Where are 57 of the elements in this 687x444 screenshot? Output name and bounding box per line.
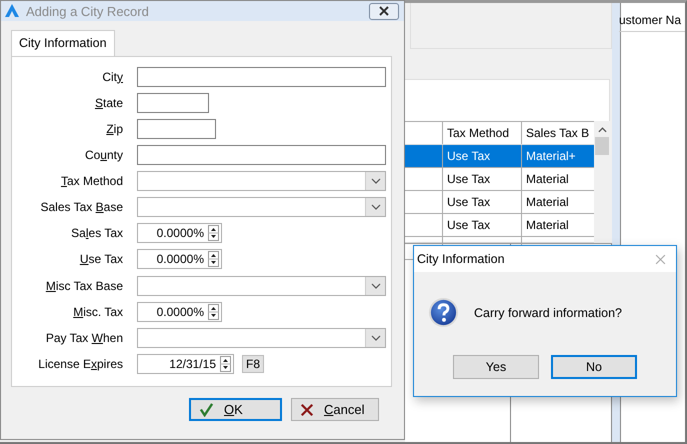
close-button[interactable] <box>369 2 399 20</box>
checkmark-icon <box>199 402 214 417</box>
input-field[interactable] <box>137 118 216 139</box>
dialog-button[interactable]: Yes <box>453 355 539 379</box>
dialog-button[interactable]: No <box>551 355 637 379</box>
spinner-field[interactable]: 0.0000% <box>137 249 222 270</box>
field-label: Tax Method <box>60 174 123 188</box>
chevron-down-icon[interactable] <box>370 334 380 341</box>
window-title: Adding a City Record <box>26 4 149 18</box>
grid-cell: Use Tax <box>443 191 522 213</box>
chevron-down-icon[interactable] <box>370 204 380 210</box>
spinner-field[interactable]: 12/31/15 <box>137 354 234 374</box>
grid-cell-text: Material <box>525 194 570 211</box>
field-label: Zip <box>105 122 123 136</box>
cross-icon <box>300 402 314 416</box>
field-label: County <box>84 148 123 162</box>
grid-cell-text: Material <box>525 217 570 234</box>
grid-cell: Use Tax <box>443 145 522 167</box>
spin-arrows-icon[interactable] <box>220 356 231 372</box>
input-field[interactable] <box>137 66 386 87</box>
spinner-field[interactable]: 0.0000% <box>137 223 222 244</box>
spin-arrows-icon[interactable] <box>208 251 219 268</box>
column-header[interactable]: ustomer Na <box>619 3 685 32</box>
chevron-down-icon[interactable] <box>370 178 380 184</box>
input-field[interactable] <box>137 145 386 166</box>
app-logo-icon <box>4 3 20 19</box>
field-label: License Expires <box>37 356 123 371</box>
field-label: Misc Tax Base <box>44 278 123 293</box>
grid-cell-text: Material+ <box>525 148 577 165</box>
field-label: Pay Tax When <box>44 330 123 345</box>
message-text: Carry forward information? <box>474 306 622 320</box>
grid-cell: Use Tax <box>443 168 522 190</box>
spin-arrows-icon[interactable] <box>208 225 219 242</box>
field-label: State <box>94 96 123 110</box>
field-label: Use Tax <box>78 252 123 266</box>
tab[interactable]: City Information <box>11 30 115 56</box>
field-label: Sales Tax Base <box>39 200 123 214</box>
ok-button[interactable]: OK <box>189 398 282 421</box>
spin-arrows-icon[interactable] <box>208 304 219 320</box>
question-icon <box>428 297 459 328</box>
column-header[interactable]: Tax Method <box>443 122 522 144</box>
grid-cell: Use Tax <box>443 214 522 236</box>
scroll-thumb[interactable] <box>595 137 609 155</box>
window-title: City Information <box>417 252 505 266</box>
input-field[interactable] <box>137 92 209 113</box>
spinner-field[interactable]: 0.0000% <box>137 302 222 322</box>
scrollbar[interactable] <box>594 121 610 243</box>
date-picker-button[interactable]: F8 <box>242 354 264 373</box>
column-header[interactable]: Sales Tax B <box>522 122 594 144</box>
field-label: Misc. Tax <box>72 304 123 319</box>
cancel-button[interactable]: Cancel <box>291 398 379 421</box>
field-label: Sales Tax <box>70 226 123 240</box>
field-label: City <box>101 70 123 84</box>
chevron-down-icon[interactable] <box>370 282 380 289</box>
close-icon[interactable] <box>379 6 389 16</box>
scroll-up-icon[interactable] <box>598 127 606 133</box>
grid-cell-text: Material <box>525 171 570 188</box>
